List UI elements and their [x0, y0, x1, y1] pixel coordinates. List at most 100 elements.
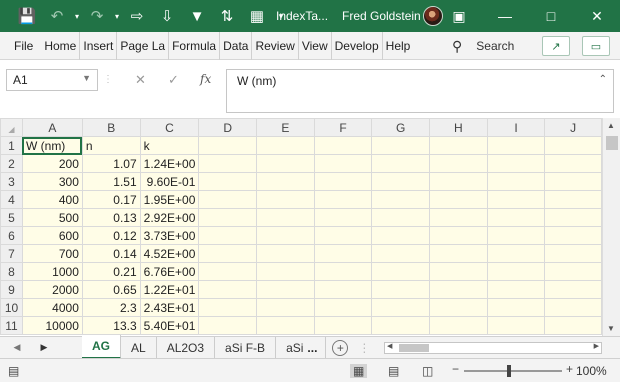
cell-i5[interactable] — [486, 208, 546, 227]
cell-c2[interactable]: 1.24E+00 — [139, 154, 200, 173]
cell-b8[interactable]: 0.21 — [81, 262, 141, 281]
cell-g6[interactable] — [371, 226, 431, 245]
tab-file[interactable]: File — [0, 32, 41, 60]
column-header-i[interactable]: I — [486, 118, 546, 137]
horizontal-scroll-thumb[interactable] — [399, 344, 429, 352]
cell-g2[interactable] — [371, 154, 431, 173]
save-icon[interactable]: 💾 — [12, 0, 42, 32]
cell-b9[interactable]: 0.65 — [81, 280, 141, 299]
cell-d5[interactable] — [198, 208, 258, 227]
search-box[interactable]: ⚲ Search — [452, 32, 514, 60]
row-header[interactable]: 6 — [0, 226, 23, 245]
cell-b7[interactable]: 0.14 — [81, 244, 141, 263]
cell-d6[interactable] — [198, 226, 258, 245]
vertical-scrollbar[interactable]: ▲ ▼ — [602, 118, 620, 336]
cell-h7[interactable] — [429, 244, 488, 263]
cell-i10[interactable] — [486, 298, 546, 317]
cell-f8[interactable] — [313, 262, 373, 281]
cell-c9[interactable]: 1.22E+01 — [139, 280, 200, 299]
cell-b6[interactable]: 0.12 — [81, 226, 141, 245]
drag-handle-icon[interactable]: ⋮ — [103, 74, 113, 85]
cell-a7[interactable]: 700 — [21, 244, 83, 263]
row-header[interactable]: 11 — [0, 316, 23, 335]
cell-a4[interactable]: 400 — [21, 190, 83, 209]
cell-a1[interactable]: W (nm) — [21, 136, 83, 155]
cell-e10[interactable] — [256, 298, 315, 317]
cell-b1[interactable]: n — [81, 136, 141, 155]
cell-e7[interactable] — [256, 244, 315, 263]
cell-a5[interactable]: 500 — [21, 208, 83, 227]
cell-h3[interactable] — [429, 172, 488, 191]
insert-function-button[interactable]: fx — [200, 72, 211, 86]
filter-icon[interactable]: ▼ — [182, 0, 212, 32]
row-header[interactable]: 2 — [0, 154, 23, 173]
add-sheet-icon[interactable]: + — [332, 339, 349, 356]
scroll-thumb[interactable] — [606, 136, 618, 150]
redo-dropdown-icon[interactable]: ▾ — [112, 0, 122, 32]
tab-splitter-icon[interactable]: ⋮ — [358, 341, 370, 355]
cell-e1[interactable] — [256, 136, 315, 155]
cell-j3[interactable] — [544, 172, 602, 191]
cell-c6[interactable]: 3.73E+00 — [139, 226, 200, 245]
column-header-c[interactable]: C — [139, 118, 200, 137]
cell-c1[interactable]: k — [139, 136, 200, 155]
cell-a10[interactable]: 4000 — [21, 298, 83, 317]
cell-d8[interactable] — [198, 262, 258, 281]
formula-bar[interactable]: W (nm) ⌃ — [226, 69, 614, 113]
cell-e9[interactable] — [256, 280, 315, 299]
normal-view-icon[interactable]: ▦ — [350, 364, 368, 378]
cell-f3[interactable] — [313, 172, 373, 191]
cell-h4[interactable] — [429, 190, 488, 209]
column-header-h[interactable]: H — [429, 118, 488, 137]
sheet-tab-al[interactable]: AL — [121, 336, 157, 359]
cell-j4[interactable] — [544, 190, 602, 209]
column-header-j[interactable]: J — [544, 118, 602, 137]
cell-a11[interactable]: 10000 — [21, 316, 83, 335]
sheet-tab-asi[interactable]: aSi — [276, 337, 307, 359]
cell-j6[interactable] — [544, 226, 602, 245]
cell-j2[interactable] — [544, 154, 602, 173]
cell-c4[interactable]: 1.95E+00 — [139, 190, 200, 209]
cell-g8[interactable] — [371, 262, 431, 281]
cell-i6[interactable] — [486, 226, 546, 245]
cell-j7[interactable] — [544, 244, 602, 263]
cell-f6[interactable] — [313, 226, 373, 245]
zoom-out-button[interactable]: − — [452, 362, 459, 376]
zoom-level[interactable]: 100% — [576, 364, 607, 378]
cell-j9[interactable] — [544, 280, 602, 299]
cell-b2[interactable]: 1.07 — [81, 154, 141, 173]
cell-f10[interactable] — [313, 298, 373, 317]
zoom-slider[interactable] — [464, 370, 562, 372]
cell-i1[interactable] — [486, 136, 546, 155]
cell-e3[interactable] — [256, 172, 315, 191]
scroll-down-icon[interactable]: ▼ — [607, 324, 615, 333]
cell-h5[interactable] — [429, 208, 488, 227]
cell-f7[interactable] — [313, 244, 373, 263]
cell-a6[interactable]: 600 — [21, 226, 83, 245]
cell-d11[interactable] — [198, 316, 258, 335]
cell-d4[interactable] — [198, 190, 258, 209]
undo-icon[interactable]: ↶ — [42, 0, 72, 32]
tab-developer[interactable]: Develop — [332, 31, 383, 60]
column-header-e[interactable]: E — [256, 118, 315, 137]
cell-g4[interactable] — [371, 190, 431, 209]
cell-j8[interactable] — [544, 262, 602, 281]
sort-icon[interactable]: ⇅ — [212, 0, 242, 32]
cell-e11[interactable] — [256, 316, 315, 335]
minimize-icon[interactable]: — — [482, 0, 528, 32]
row-header[interactable]: 10 — [0, 298, 23, 317]
cell-c5[interactable]: 2.92E+00 — [139, 208, 200, 227]
cell-f11[interactable] — [313, 316, 373, 335]
cell-i8[interactable] — [486, 262, 546, 281]
cell-h2[interactable] — [429, 154, 488, 173]
name-box[interactable]: A1 ▼ — [6, 69, 98, 91]
cell-h10[interactable] — [429, 298, 488, 317]
cell-i11[interactable] — [486, 316, 546, 335]
macro-record-icon[interactable]: ▤ — [8, 364, 19, 378]
spreadsheet-grid[interactable]: ◢ A B C D E F G H I J 1W (nm) n k 2 200 1.07 1.24E+00 3 30… — [0, 118, 602, 336]
tab-insert[interactable]: Insert — [80, 31, 118, 60]
cell-c11[interactable]: 5.40E+01 — [139, 316, 200, 335]
horizontal-scrollbar[interactable]: ◀ ▶ — [384, 342, 602, 354]
cell-e5[interactable] — [256, 208, 315, 227]
insert-row-icon[interactable]: ⇩ — [152, 0, 182, 32]
